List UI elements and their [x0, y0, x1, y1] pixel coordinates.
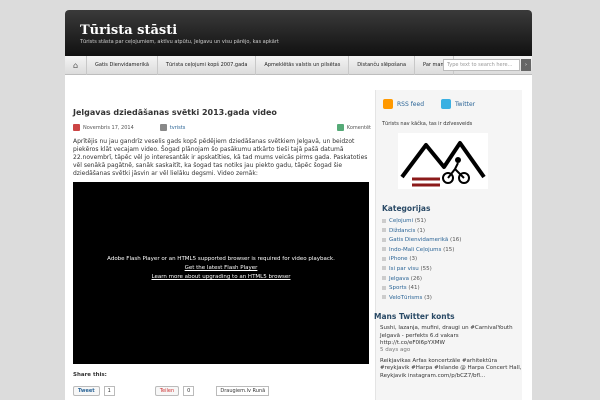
categories-list: Ceļojumi (51) Diždancis (1) Gatis Dienvi…	[382, 217, 522, 303]
calendar-icon	[73, 124, 80, 131]
list-item[interactable]: Indo-Mali Ceļojums (15)	[382, 246, 522, 256]
nav-item-celojumi[interactable]: Tūrista ceļojumi kopš 2007.gada	[158, 55, 257, 75]
post-title[interactable]: Jelgavas dziedāšanas svētki 2013.gada vi…	[73, 108, 375, 117]
sidebar: RSS feed Twitter Tūrists nav kāčka, tas …	[374, 90, 522, 400]
video-player[interactable]: Adobe Flash Player or an HTML5 supported…	[73, 182, 369, 364]
search-input[interactable]: Type text to search here...	[443, 59, 520, 71]
tweet-time[interactable]: 5 days ago	[380, 347, 522, 354]
tweet: Reikjavikas Arfas koncertzāle #arhitektū…	[380, 358, 522, 379]
list-item[interactable]: Diždancis (1)	[382, 227, 522, 237]
nav-item-slepošana[interactable]: Distanču slēpošana	[349, 55, 416, 75]
list-item[interactable]: Jelgava (26)	[382, 275, 522, 285]
comment-icon	[336, 124, 344, 131]
main-nav: ⌂ Gatis Dienvidamerikā Tūrista ceļojumi …	[65, 55, 532, 75]
gplus-button[interactable]: Teilen	[154, 386, 180, 396]
main-content: Jelgavas dziedāšanas svētki 2013.gada vi…	[73, 94, 375, 396]
tweet-button[interactable]: Tweet	[73, 386, 100, 396]
flash-link[interactable]: Get the latest Flash Player	[73, 265, 369, 271]
site-title[interactable]: Tūrista stāsti	[80, 23, 177, 38]
twitter-link[interactable]: Twitter	[455, 101, 475, 108]
rss-link[interactable]: RSS feed	[397, 101, 424, 108]
logo-caption: Tūrists nav kāčka, tas ir dzīvesveids	[382, 121, 473, 127]
list-item[interactable]: Gatis Dienvidamerikā (16)	[382, 236, 522, 246]
nav-item-valstis[interactable]: Apmeklētās valstis un pilsētas	[256, 55, 350, 75]
list-item[interactable]: Isi par visu (55)	[382, 265, 522, 275]
twitter-icon[interactable]	[441, 99, 451, 109]
rss-icon[interactable]	[383, 99, 393, 109]
list-item[interactable]: VeloTūrisms (3)	[382, 294, 522, 304]
date: Novembris 17, 2014	[73, 124, 134, 131]
author[interactable]: tvrists	[159, 124, 185, 131]
post-excerpt: Aprītējis nu jau gandrīz veselis gads ko…	[73, 138, 368, 177]
tweet: Sushi, lazanja, mufini, draugi un #Carni…	[380, 325, 522, 354]
share-row: Tweet 1 Teilen 0 Draugiem.lv Runā	[73, 386, 375, 396]
site-header: Tūrista stāsti Tūrists stāsta par ceļoju…	[65, 10, 532, 56]
page-wrapper: Tūrista stāsti Tūrists stāsta par ceļoju…	[65, 10, 532, 400]
tweet-count: 1	[103, 386, 115, 396]
social-links: RSS feed Twitter	[383, 99, 522, 109]
user-icon	[159, 124, 167, 131]
twitter-widget: Mans Twitter konts Sushi, lazanja, mufin…	[374, 312, 522, 379]
list-item[interactable]: Sports (41)	[382, 284, 522, 294]
site-description: Tūrists stāsta par ceļojumiem, aktīvu at…	[80, 39, 279, 45]
home-icon[interactable]: ⌂	[65, 55, 87, 75]
categories-title: Kategorijas	[382, 204, 431, 213]
nav-item-gatis[interactable]: Gatis Dienvidamerikā	[87, 55, 158, 75]
list-item[interactable]: iPhone (3)	[382, 255, 522, 265]
video-message: Adobe Flash Player or an HTML5 supported…	[73, 256, 369, 280]
share-title: Share this:	[73, 372, 107, 378]
mountain-motorbike-logo	[398, 133, 488, 189]
list-item[interactable]: Ceļojumi (51)	[382, 217, 522, 227]
gplus-count: 0	[183, 386, 195, 396]
html5-link[interactable]: Learn more about upgrading to an HTML5 b…	[73, 274, 369, 280]
post-meta: Novembris 17, 2014 tvrists Komentēt	[73, 124, 375, 131]
draugiem-button[interactable]: Draugiem.lv Runā	[216, 386, 270, 396]
twitter-title: Mans Twitter konts	[374, 312, 455, 322]
comments-link[interactable]: Komentēt	[336, 124, 371, 131]
search-button[interactable]: ›	[521, 59, 531, 71]
